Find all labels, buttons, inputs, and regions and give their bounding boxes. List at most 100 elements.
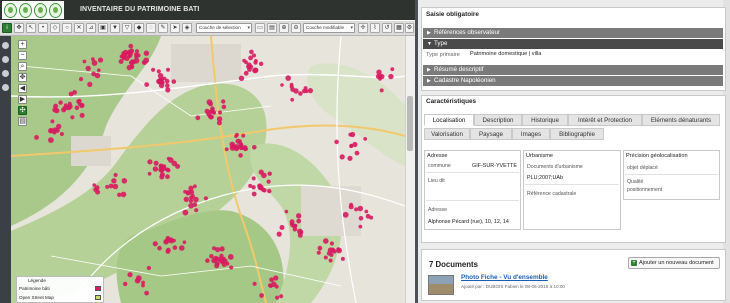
add-document-button[interactable]: + Ajouter un nouveau document: [628, 257, 720, 269]
heritage-marker[interactable]: [340, 256, 345, 261]
heritage-marker[interactable]: [166, 156, 171, 161]
heritage-marker[interactable]: [127, 49, 134, 55]
tab-bibliographie[interactable]: Bibliographie: [550, 128, 604, 140]
accordion-cadastre-napoleonien[interactable]: ▶ Cadastre Napoléonien: [423, 76, 723, 86]
heritage-marker[interactable]: [364, 209, 369, 214]
tab-images[interactable]: Images: [512, 128, 550, 140]
heritage-marker[interactable]: [298, 91, 303, 96]
select-tool-button[interactable]: ↖: [26, 23, 36, 33]
heritage-marker[interactable]: [273, 275, 279, 281]
heritage-marker[interactable]: [243, 147, 248, 152]
map-canvas[interactable]: [11, 36, 405, 303]
heritage-marker[interactable]: [285, 75, 292, 81]
heritage-marker[interactable]: [111, 178, 117, 184]
clear-tool-button[interactable]: ◌: [146, 23, 156, 33]
heritage-marker[interactable]: [195, 115, 201, 121]
heritage-marker[interactable]: [238, 143, 244, 149]
heritage-marker[interactable]: [50, 119, 55, 124]
info-tool-button[interactable]: i: [2, 23, 12, 33]
heritage-marker[interactable]: [317, 245, 323, 251]
heritage-marker[interactable]: [334, 139, 339, 145]
heritage-marker[interactable]: [93, 187, 99, 193]
heritage-marker[interactable]: [251, 191, 257, 197]
heritage-marker[interactable]: [339, 154, 345, 160]
tab-elements-denaturants[interactable]: Eléments dénaturants: [642, 114, 720, 126]
heritage-marker[interactable]: [357, 205, 364, 212]
heritage-marker[interactable]: [227, 254, 234, 260]
heritage-marker[interactable]: [157, 73, 164, 79]
pin2-tool-button[interactable]: ▽: [122, 23, 132, 33]
heritage-marker[interactable]: [242, 58, 247, 63]
edit-line-button[interactable]: ⌇: [370, 23, 380, 33]
tab-localisation[interactable]: Localisation: [424, 114, 474, 126]
heritage-marker[interactable]: [206, 99, 213, 105]
heritage-marker[interactable]: [120, 191, 127, 198]
heritage-marker[interactable]: [329, 241, 334, 246]
heritage-marker[interactable]: [297, 232, 303, 238]
heritage-marker[interactable]: [267, 188, 272, 194]
pin3-tool-button[interactable]: ◆: [134, 23, 144, 33]
heritage-marker[interactable]: [221, 99, 226, 104]
heritage-marker[interactable]: [182, 209, 189, 216]
heritage-marker[interactable]: [79, 112, 85, 118]
heritage-marker[interactable]: [153, 160, 159, 166]
heritage-marker[interactable]: [34, 135, 39, 140]
heritage-marker[interactable]: [290, 97, 295, 102]
heritage-marker[interactable]: [258, 184, 262, 189]
heritage-marker[interactable]: [66, 105, 72, 111]
heritage-marker[interactable]: [251, 176, 256, 181]
zoom-in-button[interactable]: +: [18, 40, 27, 49]
eraser-tool-button[interactable]: ✎: [158, 23, 168, 33]
heritage-marker[interactable]: [348, 204, 354, 210]
pin-tool-button[interactable]: ▼: [110, 23, 120, 33]
search-icon[interactable]: [2, 56, 9, 63]
heritage-marker[interactable]: [209, 254, 214, 259]
heritage-marker[interactable]: [229, 265, 234, 270]
heritage-marker[interactable]: [127, 272, 133, 278]
save-edit-button[interactable]: ▦: [394, 23, 404, 33]
heritage-marker[interactable]: [358, 216, 364, 221]
heritage-marker[interactable]: [74, 105, 80, 111]
zoom-in-select-button[interactable]: ⊕: [279, 23, 289, 33]
heritage-marker[interactable]: [189, 195, 194, 200]
heritage-marker[interactable]: [188, 203, 194, 209]
heritage-marker[interactable]: [217, 110, 223, 115]
heritage-marker[interactable]: [289, 84, 294, 89]
heritage-marker[interactable]: [219, 246, 225, 252]
heritage-marker[interactable]: [354, 150, 360, 156]
heritage-marker[interactable]: [221, 104, 227, 110]
heritage-marker[interactable]: [146, 265, 151, 271]
pan-tool-button[interactable]: ✥: [14, 23, 24, 33]
heritage-marker[interactable]: [284, 209, 289, 214]
accordion-type[interactable]: ▼ Type: [423, 39, 723, 49]
heritage-marker[interactable]: [292, 227, 298, 232]
previous-view-button[interactable]: ◀: [18, 84, 27, 93]
heritage-marker[interactable]: [203, 196, 208, 201]
point-tool-button[interactable]: •: [38, 23, 48, 33]
heritage-marker[interactable]: [165, 87, 171, 93]
document-thumbnail[interactable]: [428, 275, 454, 295]
heritage-marker[interactable]: [166, 168, 170, 172]
heritage-marker[interactable]: [224, 147, 229, 152]
heritage-marker[interactable]: [105, 184, 110, 189]
heritage-marker[interactable]: [126, 64, 132, 71]
heritage-marker[interactable]: [82, 59, 87, 64]
heritage-marker[interactable]: [348, 132, 353, 137]
heritage-marker[interactable]: [259, 293, 264, 298]
heritage-marker[interactable]: [78, 77, 84, 82]
heritage-marker[interactable]: [166, 247, 171, 253]
heritage-marker[interactable]: [336, 247, 342, 254]
heritage-marker[interactable]: [179, 245, 185, 251]
heritage-marker[interactable]: [204, 108, 210, 114]
heritage-marker[interactable]: [56, 123, 62, 130]
heritage-marker[interactable]: [152, 166, 159, 172]
heritage-marker[interactable]: [87, 81, 93, 87]
heritage-marker[interactable]: [379, 88, 384, 93]
heritage-marker[interactable]: [171, 79, 177, 84]
heritage-marker[interactable]: [68, 91, 74, 97]
heritage-marker[interactable]: [188, 185, 194, 191]
heritage-marker[interactable]: [303, 86, 308, 91]
heritage-marker[interactable]: [323, 238, 329, 244]
print-icon[interactable]: ▤: [18, 117, 27, 126]
heritage-marker[interactable]: [156, 69, 161, 74]
